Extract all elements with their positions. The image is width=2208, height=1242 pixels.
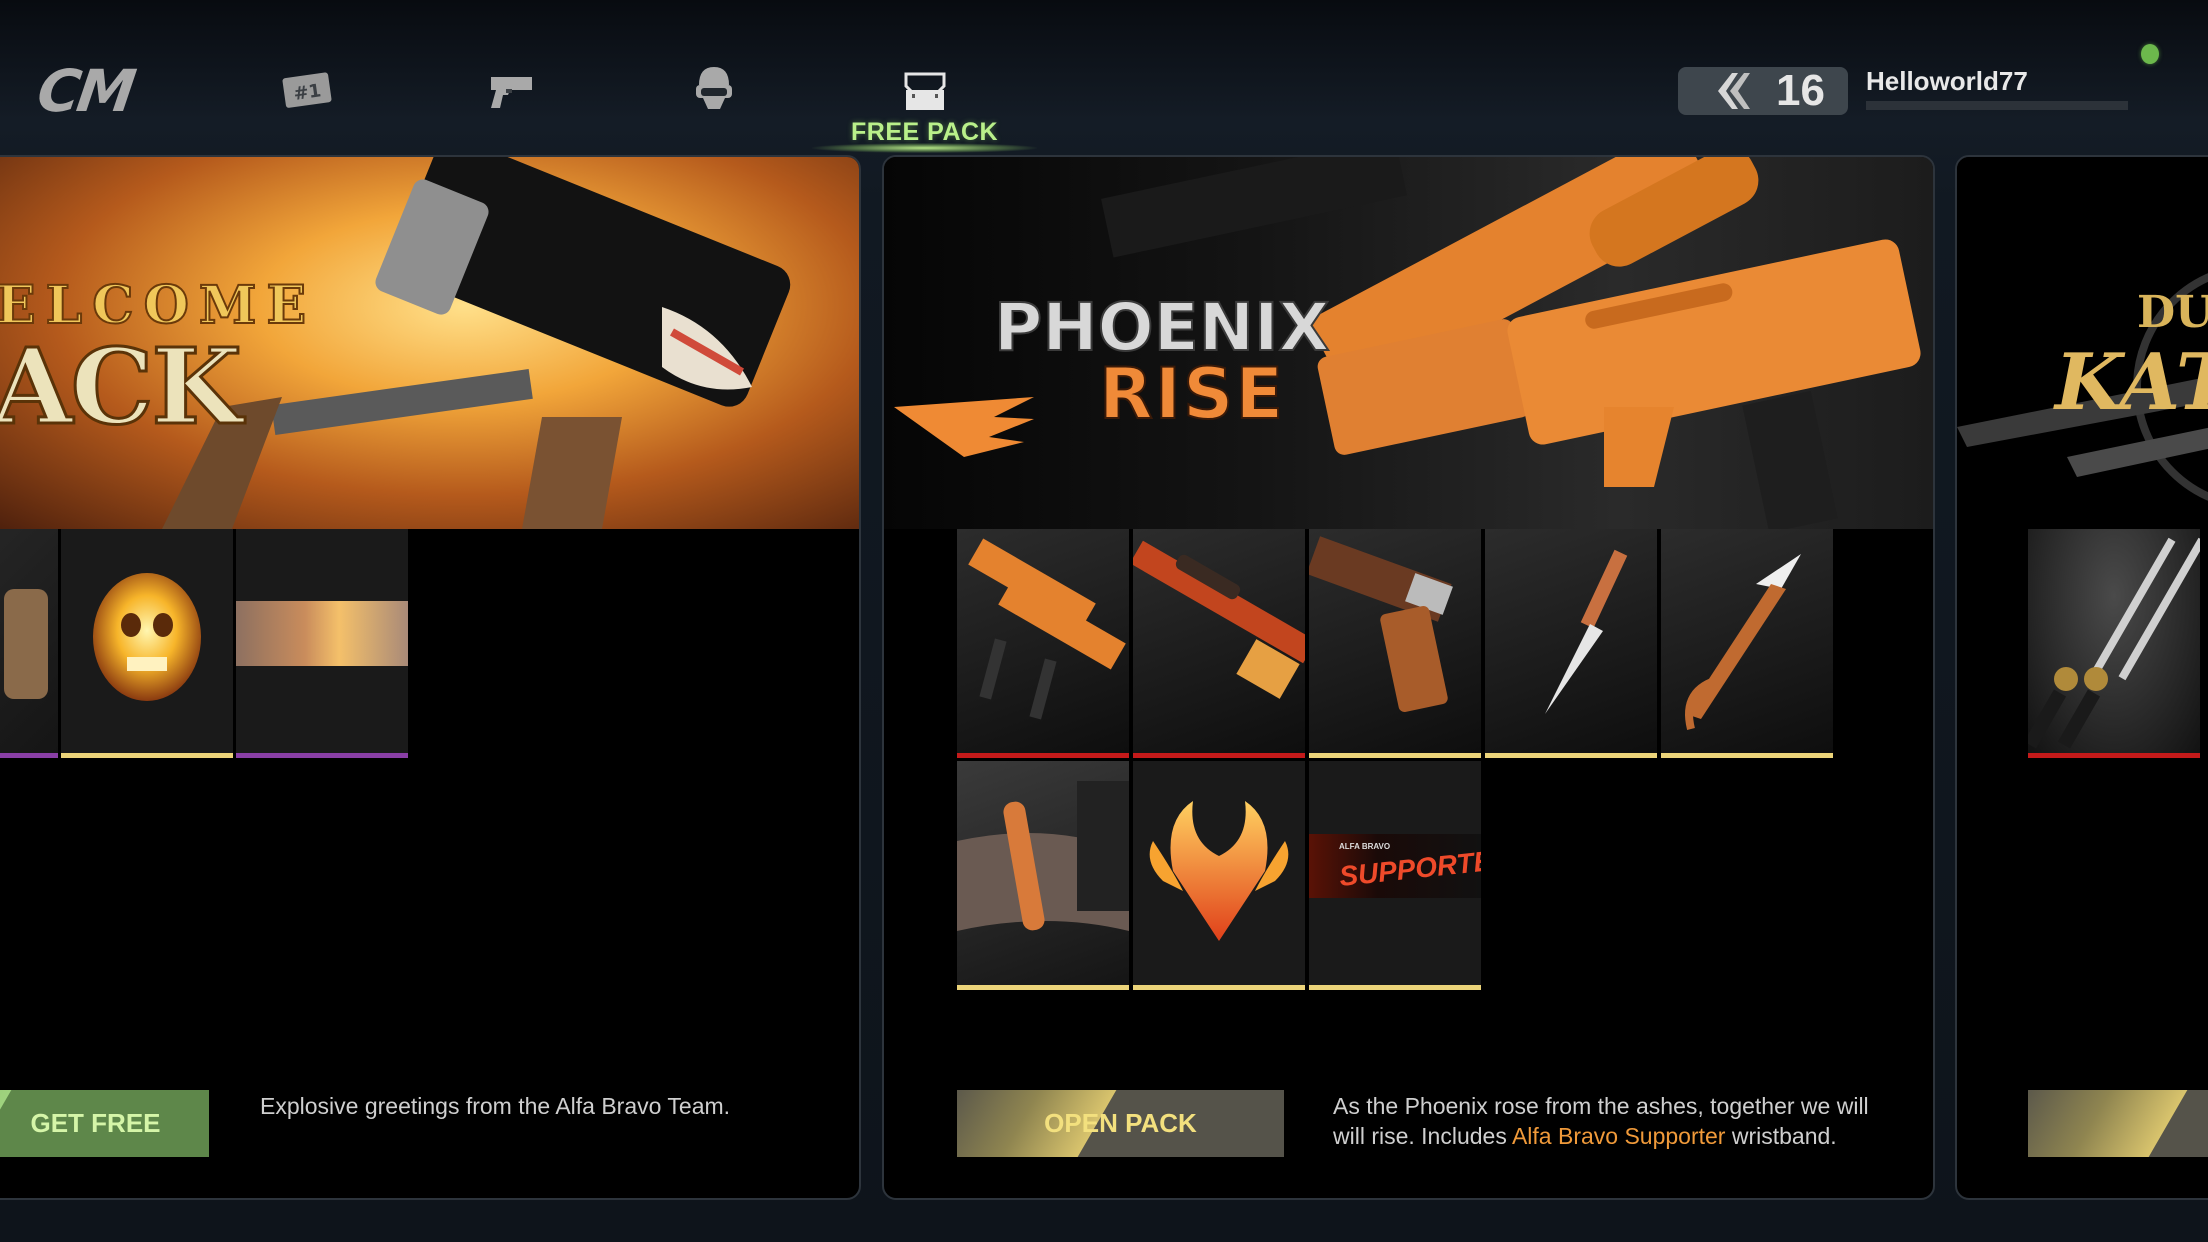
pack-card-dual-katana: DU KAT OPEN P: [1955, 155, 2208, 1200]
explosion-calling-card: [236, 529, 408, 753]
pack-title-line1: DU: [2137, 287, 2208, 338]
pack-item-tile[interactable]: [1661, 529, 1833, 758]
pack-banner-dual-katana: DU KAT: [1957, 157, 2208, 529]
description-highlight[interactable]: Alfa Bravo Supporter: [1512, 1123, 1726, 1149]
pack-card-welcome-back: ELCOME ACK GET FREE Explosive greetings …: [0, 155, 861, 1200]
open-pack-button[interactable]: OPEN PACK: [957, 1090, 1284, 1157]
wristband: [957, 761, 1129, 985]
supporter-calling-card: ALFA BRAVO SUPPORTER: [1309, 761, 1481, 985]
phoenix-emblem: [1133, 761, 1305, 985]
flaming-skull-emblem: [61, 529, 233, 753]
rarity-bar: [1485, 753, 1657, 758]
pack-title-line2: KAT: [2055, 337, 2208, 428]
pack-banner-phoenix-rise: PHOENIX RISE: [884, 157, 1933, 529]
pistol-icon: [484, 70, 540, 114]
active-tab-indicator: [812, 143, 1037, 153]
online-status-indicator: [2141, 44, 2159, 64]
pack-item-tile[interactable]: ALFA BRAVO SUPPORTER: [1309, 761, 1481, 990]
pack-item-tile[interactable]: [61, 529, 233, 758]
rarity-bar: [957, 985, 1129, 990]
open-pack-button-label: OPEN PACK: [1044, 1108, 1197, 1138]
pack-title-line2: RISE: [1098, 352, 1286, 436]
get-free-button[interactable]: GET FREE: [0, 1090, 209, 1157]
soldier-helmet-icon: [686, 66, 742, 110]
katana-skin: [2028, 529, 2200, 753]
rarity-bar: [1661, 753, 1833, 758]
rank-chevron-icon: [1700, 67, 1760, 115]
xp-progress-bar: [1866, 101, 2128, 110]
card-text-small: ALFA BRAVO: [1339, 842, 1391, 851]
player-level: 16: [1776, 66, 1825, 115]
rarity-bar: [1133, 753, 1305, 758]
desert-pistol-skin: [1309, 529, 1481, 753]
hook-blade-skin: [1661, 529, 1833, 753]
butterfly-knife-skin: [1485, 529, 1657, 753]
crate-icon: [897, 70, 953, 114]
rarity-bar: [1309, 753, 1481, 758]
rarity-bar: [2028, 753, 2200, 758]
rarity-bar: [236, 753, 408, 758]
rank-badge-text: #1: [292, 80, 322, 105]
get-free-button-label: GET FREE: [30, 1108, 161, 1138]
pack-item-tile[interactable]: [957, 529, 1129, 758]
description-text: wristband.: [1725, 1123, 1837, 1149]
cm-logo[interactable]: CM: [33, 57, 177, 125]
pack-item-tile[interactable]: [1309, 529, 1481, 758]
player-level-badge: 16: [1678, 66, 1848, 115]
rarity-bar: [957, 753, 1129, 758]
rarity-bar: [1309, 985, 1481, 990]
pack-description: As the Phoenix rose from the ashes, toge…: [1333, 1091, 1893, 1151]
rarity-bar: [61, 753, 233, 758]
pack-item-tile[interactable]: [1485, 529, 1657, 758]
player-username[interactable]: Helloworld77: [1866, 66, 2028, 97]
open-pack-button[interactable]: OPEN P: [2028, 1090, 2208, 1157]
sniper-rifle-skin: [1133, 529, 1305, 753]
rarity-bar: [1133, 985, 1305, 990]
rank-badge-icon: #1: [280, 68, 336, 112]
pack-item-tile[interactable]: [0, 529, 58, 758]
pack-title-line2: ACK: [0, 324, 243, 450]
nav-rank[interactable]: #1: [280, 68, 336, 112]
pack-card-phoenix-rise: PHOENIX RISE ALFA BRAVO SUPPORTER OPEN P…: [882, 155, 1935, 1200]
pack-item-tile[interactable]: [2028, 529, 2200, 758]
nav-operator[interactable]: [686, 66, 742, 110]
pack-item-tile[interactable]: [957, 761, 1129, 990]
rarity-bar: [0, 753, 58, 758]
nav-free-pack[interactable]: FREE PACK: [851, 70, 998, 147]
pack-banner-welcome-back: ELCOME ACK: [0, 157, 859, 529]
top-bar: CM #1 FREE PACK 16 Helloworld77: [0, 0, 2208, 153]
pack-description: Explosive greetings from the Alfa Bravo …: [260, 1093, 731, 1119]
pack-item-tile[interactable]: [1133, 529, 1305, 758]
pack-item-tile[interactable]: [1133, 761, 1305, 990]
dual-smg-skin: [957, 529, 1129, 753]
pack-item-tile[interactable]: [236, 529, 408, 758]
nav-weapons[interactable]: [484, 70, 540, 114]
